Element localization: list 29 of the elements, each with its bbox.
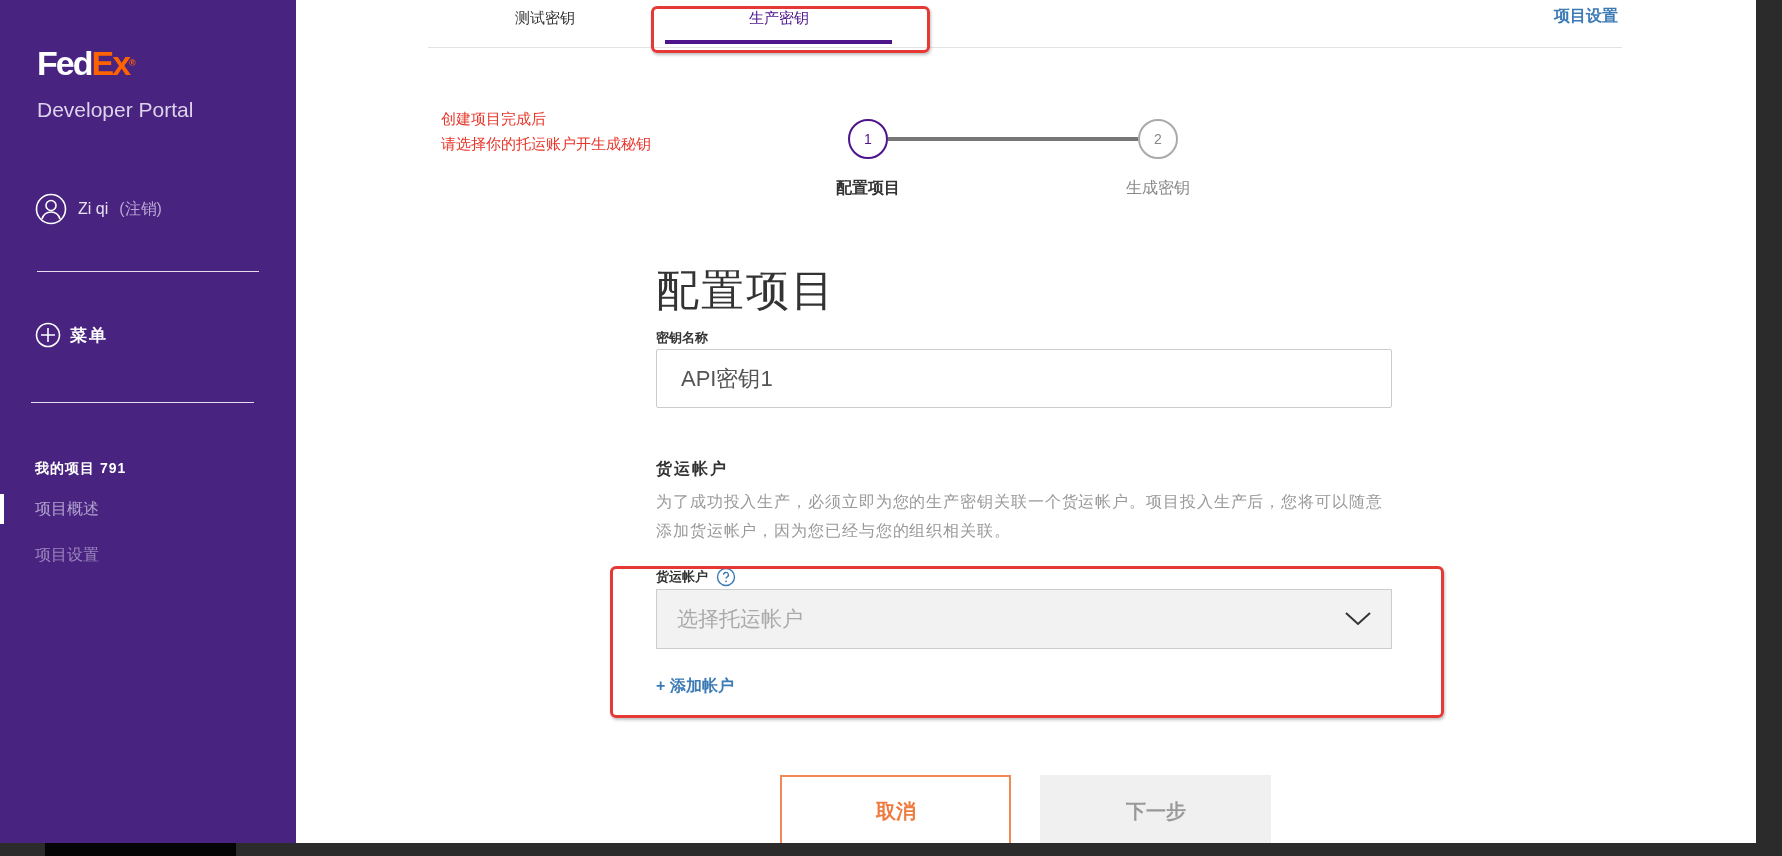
project-title: 我的项目 791: [35, 459, 127, 478]
menu-label[interactable]: 菜单: [70, 323, 108, 347]
add-account-link[interactable]: + 添加帐户: [656, 675, 734, 697]
form-title: 配置项目: [656, 265, 836, 315]
plus-circle-icon[interactable]: [35, 322, 61, 348]
field-label: 密钥名称: [656, 329, 708, 347]
nav-item[interactable]: 项目设置: [0, 540, 99, 570]
nav-item[interactable]: 项目概述: [0, 494, 99, 524]
project-settings-link[interactable]: 项目设置: [1554, 6, 1618, 27]
step-label: 配置项目: [836, 178, 900, 198]
field-label: 货运帐户: [656, 568, 708, 586]
section-description: 为了成功投入生产，必须立即为您的生产密钥关联一个货运帐户。项目投入生产后，您将可以随意添加货运帐户，因为您已经与您的组织相关联。: [656, 492, 1384, 541]
step-number: 1: [848, 119, 888, 159]
portal-subtitle: Developer Portal: [37, 97, 194, 123]
chevron-down-icon: [1345, 612, 1371, 626]
step-label: 生成密钥: [1126, 178, 1190, 198]
tab[interactable]: 测试密钥: [470, 0, 620, 44]
fedex-logo[interactable]: FedEx®: [37, 45, 136, 81]
key-name-field[interactable]: API密钥1: [656, 349, 1392, 408]
user-avatar-icon: [35, 193, 67, 225]
help-icon[interactable]: [716, 567, 736, 587]
section-title: 货运帐户: [656, 459, 728, 480]
user-name: Zi qi: [78, 200, 109, 218]
annotation-text: 创建项目完成后: [441, 109, 546, 129]
step-number: 2: [1138, 119, 1178, 159]
logout-link[interactable]: (注销): [119, 198, 162, 220]
annotation-text: 请选择你的托运账户开生成秘钥: [441, 134, 651, 154]
tab[interactable]: 生产密钥: [665, 0, 892, 44]
cancel-button[interactable]: 取消: [780, 775, 1011, 843]
